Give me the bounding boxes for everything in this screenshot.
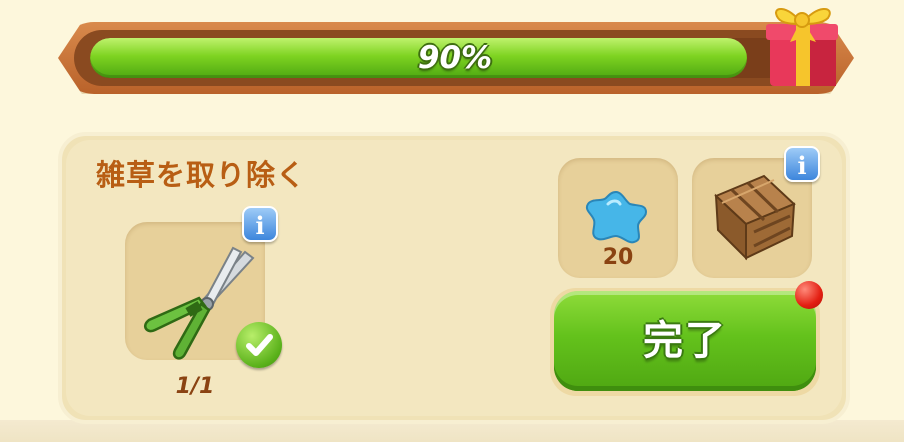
gift-box-icon[interactable] [760, 0, 844, 90]
checkmark-icon [236, 322, 282, 368]
red-dot-icon [795, 281, 823, 309]
required-item-count: 1/1 [175, 374, 215, 399]
complete-button-label[interactable]: 完了 [554, 291, 816, 391]
task-title: 雑草を取り除く [96, 158, 307, 192]
reward-crate-info-button[interactable]: i [784, 146, 820, 182]
reward-gem-count: 20 [602, 245, 634, 270]
progress-percentage: 90% [417, 40, 493, 76]
required-item-info-button[interactable]: i [242, 206, 278, 242]
